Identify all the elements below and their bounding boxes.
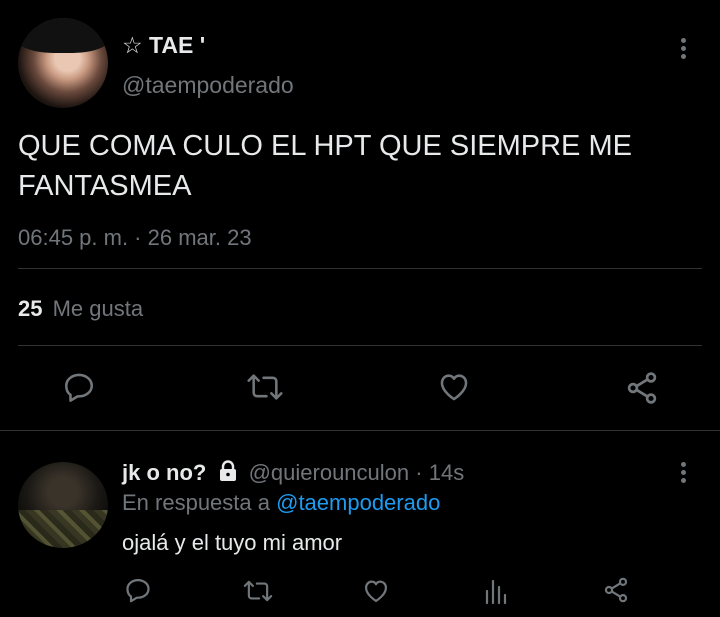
replying-to: En respuesta a @taempoderado: [122, 490, 440, 516]
likes-label: Me gusta: [52, 296, 144, 321]
share-icon[interactable]: [624, 370, 660, 406]
tweet-timestamp[interactable]: 06:45 p. m. · 26 mar. 23: [18, 225, 252, 251]
author-handle[interactable]: @taempoderado: [122, 72, 294, 99]
reply-more-options-icon[interactable]: [672, 462, 694, 486]
replying-to-handle[interactable]: @taempoderado: [276, 490, 440, 515]
reply-separator: ·: [415, 460, 423, 485]
retweet-icon[interactable]: [245, 370, 285, 404]
reply-text: ojalá y el tuyo mi amor: [122, 530, 343, 555]
divider: [0, 430, 720, 431]
like-heart-icon[interactable]: [436, 370, 472, 404]
reply-share-icon[interactable]: [602, 576, 630, 604]
reply-time[interactable]: 14s: [429, 460, 464, 485]
reply-header: jk o no? @quierounculon · 14s: [122, 460, 464, 488]
reply-like-heart-icon[interactable]: [362, 577, 390, 605]
likes-count: 25: [18, 296, 43, 321]
tweet-text-line-1: QUE COMA CULO EL HPT QUE SIEMPRE ME: [18, 130, 632, 162]
reply-retweet-icon[interactable]: [242, 577, 274, 605]
divider: [18, 268, 702, 269]
reply-reply-icon[interactable]: [124, 576, 152, 604]
tweet-text-line-2: FANTASMEA: [18, 170, 192, 202]
tweet-text: QUE COMA CULO EL HPT QUE SIEMPRE ME FANT…: [18, 126, 632, 206]
reply-handle[interactable]: @quierounculon: [249, 460, 410, 485]
reply-author-avatar[interactable]: [18, 462, 108, 548]
author-display-name[interactable]: ☆ TAE ': [122, 32, 205, 59]
reply-icon[interactable]: [62, 370, 96, 404]
author-avatar[interactable]: [18, 18, 108, 108]
analytics-icon[interactable]: [484, 577, 508, 605]
lock-icon: [218, 460, 238, 488]
reply-display-name[interactable]: jk o no?: [122, 460, 206, 485]
likes-stat[interactable]: 25 Me gusta: [18, 296, 143, 322]
more-options-icon[interactable]: [672, 38, 694, 62]
replying-to-label: En respuesta a: [122, 490, 270, 515]
divider: [18, 345, 702, 346]
